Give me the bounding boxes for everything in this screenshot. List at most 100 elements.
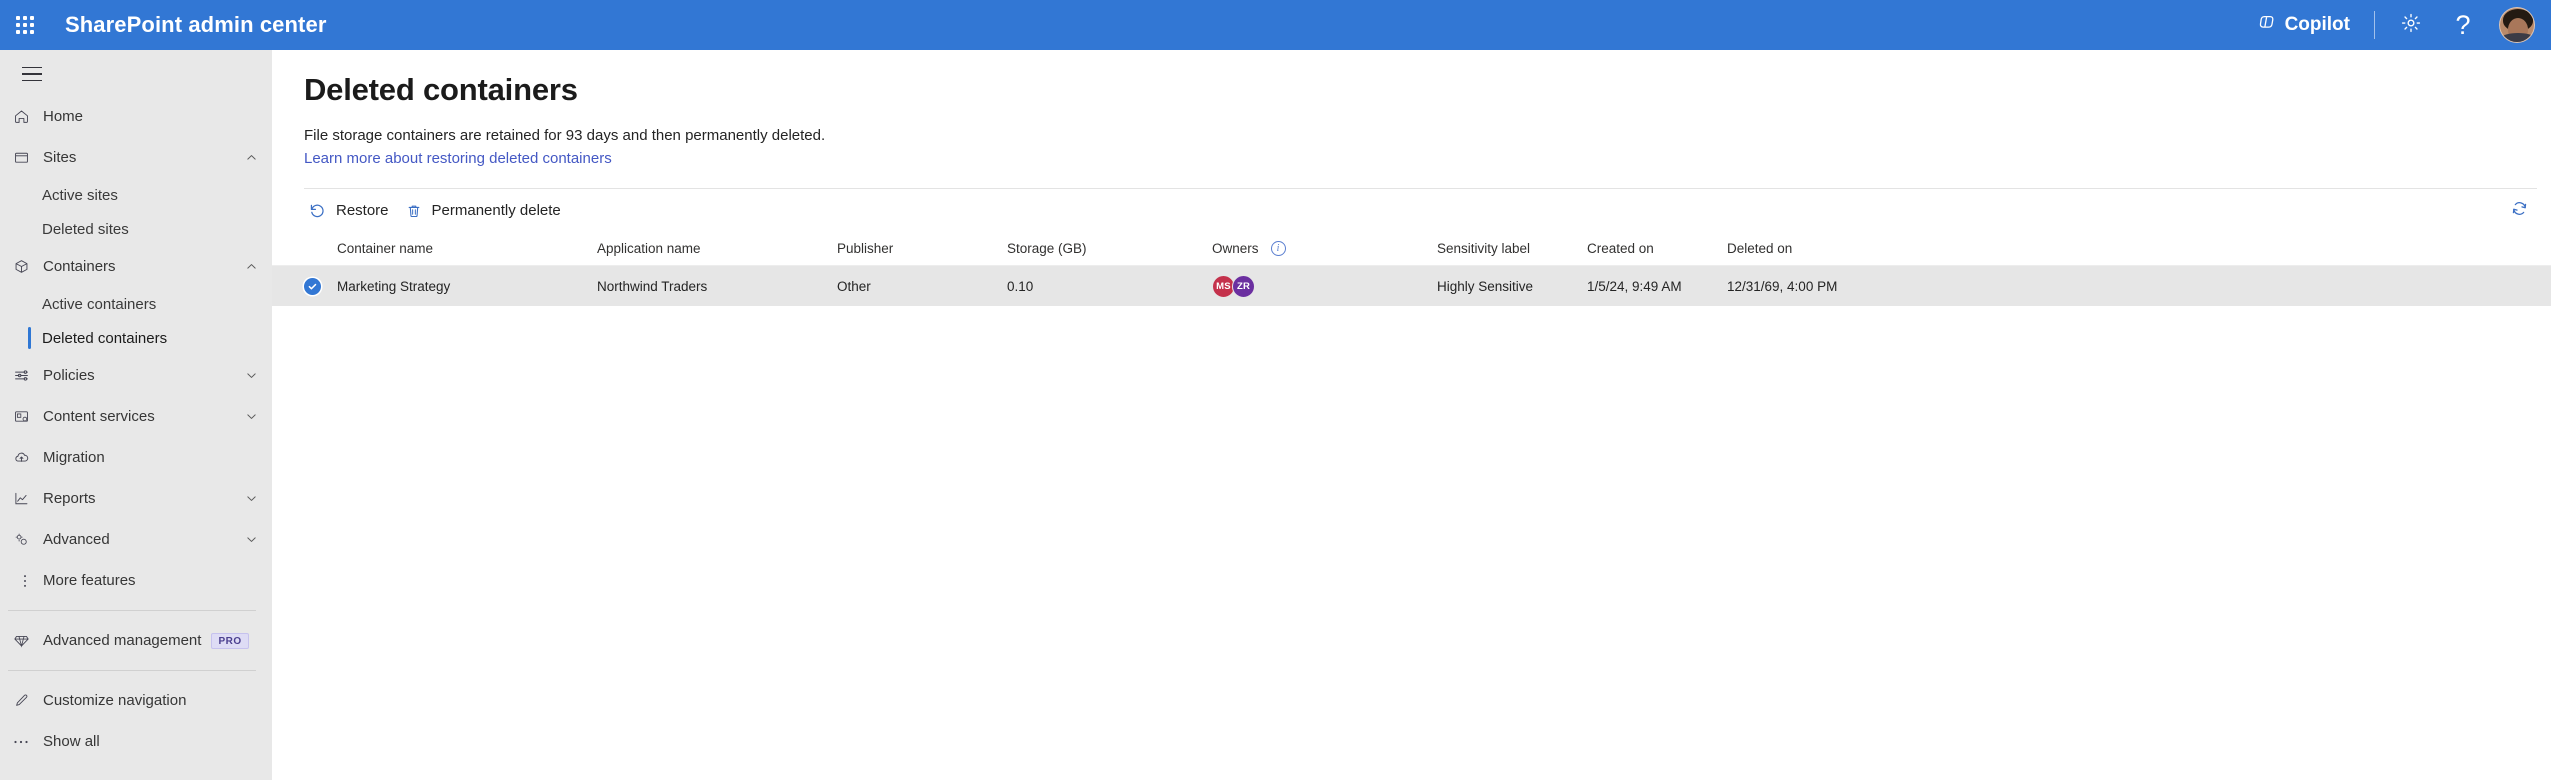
sidebar-item-home[interactable]: Home: [0, 96, 272, 137]
pro-badge: PRO: [211, 632, 249, 649]
chevron-down-icon[interactable]: [245, 492, 258, 505]
sidebar-item-label: Customize navigation: [43, 692, 187, 709]
page-title: Deleted containers: [304, 72, 578, 107]
sidebar: Home Sites Active sites Deleted sites Co…: [0, 50, 272, 780]
refresh-icon: [2510, 199, 2529, 223]
sidebar-item-active-sites[interactable]: Active sites: [0, 178, 272, 212]
sidebar-item-active-containers[interactable]: Active containers: [0, 287, 272, 321]
hamburger-line: [22, 73, 42, 75]
owner-avatar-group: MS ZR: [1212, 274, 1255, 298]
cell-container-name[interactable]: Marketing Strategy: [337, 279, 597, 294]
header-actions: Copilot ?: [2243, 0, 2551, 50]
sidebar-item-reports[interactable]: Reports: [0, 478, 272, 519]
table-row[interactable]: Marketing Strategy Northwind Traders Oth…: [272, 266, 2551, 306]
permanently-delete-button[interactable]: Permanently delete: [401, 193, 573, 229]
cell-publisher: Other: [837, 278, 871, 294]
copilot-button[interactable]: Copilot: [2243, 0, 2364, 50]
suite-title[interactable]: SharePoint admin center: [65, 12, 326, 38]
app-launcher-icon: [16, 16, 34, 34]
help-button[interactable]: ?: [2437, 0, 2489, 50]
column-header-container-name[interactable]: Container name: [337, 241, 597, 256]
restore-undo-icon: [308, 201, 327, 220]
sidebar-item-deleted-containers[interactable]: Deleted containers: [0, 321, 272, 355]
ellipsis-icon: [13, 738, 43, 746]
cell-sensitivity-label: Highly Sensitive: [1437, 278, 1534, 294]
copilot-icon: [2257, 12, 2277, 38]
sidebar-item-label: Sites: [43, 149, 77, 166]
chevron-down-icon[interactable]: [245, 410, 258, 423]
column-header-deleted-on[interactable]: Deleted on: [1727, 241, 1927, 256]
restore-label: Restore: [336, 202, 389, 219]
restore-button[interactable]: Restore: [304, 193, 401, 229]
avatar-shoulders: [2502, 33, 2534, 42]
table-header-row: Container name Application name Publishe…: [272, 232, 2551, 266]
column-header-publisher[interactable]: Publisher: [837, 241, 1007, 256]
checkmark-icon: [304, 277, 321, 295]
cell-storage: 0.10: [1007, 278, 1034, 294]
page-description: File storage containers are retained for…: [304, 127, 826, 144]
diamond-icon: [13, 632, 43, 649]
sites-icon: [13, 149, 43, 166]
advanced-icon: [13, 531, 43, 548]
trash-icon: [405, 202, 423, 220]
help-icon: ?: [2455, 9, 2471, 40]
chevron-up-icon[interactable]: [245, 260, 258, 273]
sidebar-item-customize-navigation[interactable]: Customize navigation: [0, 680, 272, 721]
gear-icon: [2400, 12, 2422, 39]
sidebar-subitem-label: Active sites: [42, 186, 118, 204]
more-features-icon: [13, 573, 43, 589]
sidebar-item-show-all[interactable]: Show all: [0, 721, 272, 762]
sidebar-item-label: Advanced management: [43, 632, 202, 649]
owner-avatar[interactable]: ZR: [1232, 274, 1255, 298]
reports-icon: [13, 490, 43, 507]
settings-button[interactable]: [2385, 0, 2437, 50]
refresh-button[interactable]: [2501, 193, 2537, 229]
hamburger-menu-button[interactable]: [8, 52, 56, 96]
avatar[interactable]: [2499, 7, 2535, 43]
sidebar-item-containers[interactable]: Containers: [0, 246, 272, 287]
sidebar-item-more-features[interactable]: More features: [0, 560, 272, 601]
containers-table: Container name Application name Publishe…: [272, 232, 2551, 306]
info-icon[interactable]: i: [1270, 241, 1286, 256]
sidebar-subitem-label: Deleted sites: [42, 220, 129, 238]
chevron-down-icon[interactable]: [245, 369, 258, 382]
sidebar-item-advanced-management[interactable]: Advanced management PRO: [0, 620, 272, 661]
copilot-label: Copilot: [2284, 14, 2350, 35]
cell-deleted-on: 12/31/69, 4:00 PM: [1727, 278, 1838, 294]
cell-owners: MS ZR: [1212, 274, 1437, 298]
cell-created-on: 1/5/24, 9:49 AM: [1587, 278, 1682, 294]
sidebar-item-sites[interactable]: Sites: [0, 137, 272, 178]
sidebar-item-label: Containers: [43, 258, 116, 275]
sidebar-subitem-label: Deleted containers: [42, 329, 168, 347]
hamburger-line: [22, 66, 42, 69]
sidebar-item-label: Policies: [43, 367, 95, 384]
sidebar-divider: [8, 610, 256, 611]
sidebar-divider: [8, 670, 256, 671]
sidebar-item-advanced[interactable]: Advanced: [0, 519, 272, 560]
page-header: Deleted containers File storage containe…: [272, 50, 2551, 168]
chevron-down-icon[interactable]: [245, 533, 258, 546]
migration-icon: [13, 449, 43, 466]
permanently-delete-label: Permanently delete: [431, 202, 561, 219]
policies-icon: [13, 367, 43, 384]
column-header-storage[interactable]: Storage (GB): [1007, 241, 1212, 256]
row-checkbox[interactable]: [304, 277, 337, 295]
header-divider: [2374, 11, 2375, 39]
learn-more-link[interactable]: Learn more about restoring deleted conta…: [304, 150, 612, 167]
sidebar-item-migration[interactable]: Migration: [0, 437, 272, 478]
container-icon: [13, 258, 43, 275]
content-services-icon: [13, 408, 43, 425]
main-content: Deleted containers File storage containe…: [272, 50, 2551, 780]
sidebar-item-deleted-sites[interactable]: Deleted sites: [0, 212, 272, 246]
column-header-owners[interactable]: Owners i: [1212, 241, 1437, 256]
sidebar-item-label: Migration: [43, 449, 105, 466]
chevron-up-icon[interactable]: [245, 151, 258, 164]
sidebar-item-policies[interactable]: Policies: [0, 355, 272, 396]
column-header-created-on[interactable]: Created on: [1587, 241, 1727, 256]
sidebar-item-content-services[interactable]: Content services: [0, 396, 272, 437]
home-icon: [13, 108, 43, 125]
app-launcher-button[interactable]: [0, 0, 50, 50]
column-header-application-name[interactable]: Application name: [597, 241, 837, 256]
column-header-sensitivity-label[interactable]: Sensitivity label: [1437, 241, 1587, 256]
hamburger-line: [22, 79, 42, 82]
